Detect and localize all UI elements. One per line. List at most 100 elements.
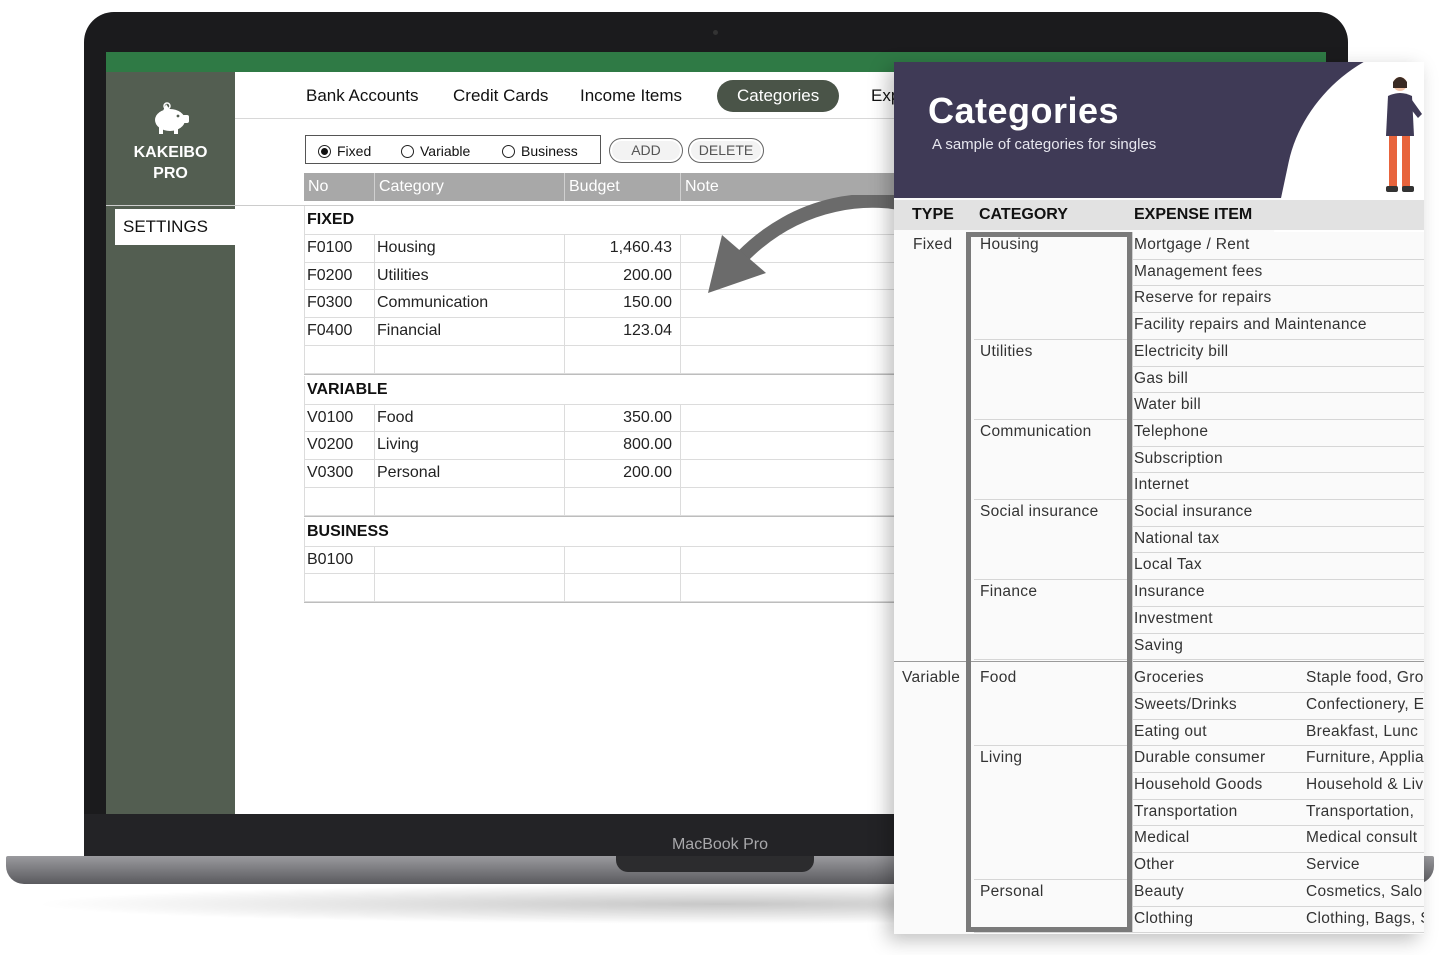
column-divider — [680, 403, 681, 515]
card-title: Categories — [928, 90, 1120, 131]
column-header-category[interactable]: Category — [374, 173, 564, 201]
type-radio-group: Fixed Variable Business — [305, 135, 601, 164]
expense-detail: Household & Liv — [1306, 776, 1424, 793]
row-divider — [1132, 445, 1424, 447]
row-divider — [1132, 312, 1424, 314]
cell-no: F0300 — [307, 294, 353, 312]
categories-card: Categories A sample of categories for si… — [894, 62, 1424, 934]
tab-credit-cards[interactable]: Credit Cards — [453, 80, 548, 112]
column-header-budget[interactable]: Budget — [564, 173, 680, 201]
add-button[interactable]: ADD — [609, 138, 683, 163]
expense-item: Household Goods — [1134, 776, 1263, 793]
expense-item: Reserve for repairs — [1134, 289, 1272, 307]
row-divider — [1132, 392, 1424, 394]
cell-category: Housing — [377, 238, 436, 256]
row-divider — [1132, 745, 1424, 747]
expense-detail: Furniture, Applia — [1306, 749, 1424, 767]
expense-item: Medical — [1134, 829, 1190, 847]
app-name-line2: PRO — [153, 165, 188, 182]
row-divider — [1132, 825, 1424, 827]
cell-category: Financial — [377, 322, 442, 340]
cell-category: Personal — [377, 464, 441, 482]
expense-item: Other — [1134, 856, 1175, 874]
row-divider — [1132, 718, 1424, 720]
row-divider — [1132, 932, 1424, 934]
radio-business[interactable]: Business — [502, 142, 578, 160]
cell-budget: 200.00 — [623, 266, 672, 284]
row-divider — [1132, 525, 1424, 527]
expense-item: Insurance — [1134, 583, 1205, 601]
expense-item: Water bill — [1134, 396, 1202, 414]
radio-label: Variable — [420, 143, 471, 159]
expense-item: Beauty — [1134, 882, 1185, 900]
type-label: Variable — [902, 669, 961, 687]
expense-item: National tax — [1134, 529, 1220, 547]
cell-no: F0100 — [307, 238, 353, 256]
radio-empty-icon — [401, 144, 414, 158]
row-divider — [1132, 338, 1424, 340]
radio-label: Fixed — [337, 143, 372, 159]
radio-selected-icon — [318, 144, 331, 158]
expense-item: Local Tax — [1134, 556, 1202, 574]
cell-no: F0400 — [307, 322, 353, 340]
radio-fixed[interactable]: Fixed — [318, 142, 371, 160]
radio-label: Business — [521, 143, 578, 159]
expense-item: Internet — [1134, 476, 1189, 494]
app-logo: KAKEIBO PRO — [106, 102, 235, 184]
tab-categories[interactable]: Categories — [717, 80, 840, 112]
cell-no: V0100 — [307, 408, 354, 426]
row-divider — [1132, 632, 1424, 634]
cell-no: F0200 — [307, 266, 353, 284]
row-divider — [1132, 659, 1424, 661]
expense-item: Facility repairs and Maintenance — [1134, 316, 1367, 334]
cell-budget — [564, 546, 672, 574]
column-divider — [564, 545, 565, 602]
expense-item: Gas bill — [1134, 369, 1189, 387]
expense-item: Investment — [1134, 609, 1213, 627]
column-divider — [304, 375, 305, 515]
person-illustration-icon — [1386, 77, 1422, 192]
expense-item: Groceries — [1134, 669, 1204, 687]
app-name-line1: KAKEIBO — [133, 144, 208, 161]
expense-detail: Clothing, Bags, S — [1306, 909, 1424, 927]
radio-variable[interactable]: Variable — [401, 142, 470, 160]
delete-button[interactable]: DELETE — [688, 138, 764, 163]
cell-budget: 200.00 — [623, 464, 672, 482]
row-divider — [1132, 579, 1424, 581]
tab-income-items[interactable]: Income Items — [580, 80, 682, 112]
row-divider — [1132, 605, 1424, 607]
column-header-type: TYPE — [912, 206, 954, 223]
category-divider — [974, 932, 1132, 934]
expense-item: Subscription — [1134, 449, 1223, 467]
row-divider — [1132, 691, 1424, 693]
cell-budget: 350.00 — [623, 408, 672, 426]
row-divider — [1132, 772, 1424, 773]
sidebar-item-settings[interactable]: SETTINGS — [115, 209, 235, 245]
row-divider — [1132, 499, 1424, 500]
card-subtitle: A sample of categories for singles — [932, 136, 1157, 153]
cell-category: Living — [377, 436, 419, 454]
row-divider — [1132, 905, 1424, 907]
row-divider — [1132, 852, 1424, 854]
row-divider — [1132, 285, 1424, 287]
expense-item: Sweets/Drinks — [1134, 695, 1237, 713]
cell-budget: 123.04 — [623, 322, 672, 340]
cell-budget: 1,460.43 — [609, 238, 672, 256]
expense-detail: Confectionery, E — [1306, 695, 1424, 713]
expense-item: Saving — [1134, 636, 1184, 654]
cell-no: V0300 — [307, 464, 354, 482]
cell-category: Utilities — [377, 266, 429, 284]
row-divider — [1132, 878, 1424, 880]
radio-empty-icon — [502, 144, 515, 158]
column-divider — [374, 545, 375, 602]
card-table-header: TYPE CATEGORY EXPENSE ITEM — [894, 200, 1424, 230]
column-header-expense-item: EXPENSE ITEM — [1134, 206, 1253, 223]
expense-item: Telephone — [1134, 422, 1209, 440]
column-header-no[interactable]: No — [304, 173, 374, 201]
expense-item: Management fees — [1134, 262, 1263, 280]
column-divider — [564, 233, 565, 373]
camera-icon — [713, 30, 718, 35]
tab-bank-accounts[interactable]: Bank Accounts — [306, 80, 418, 112]
row-divider — [1132, 418, 1424, 420]
cell-budget: 800.00 — [623, 436, 672, 454]
